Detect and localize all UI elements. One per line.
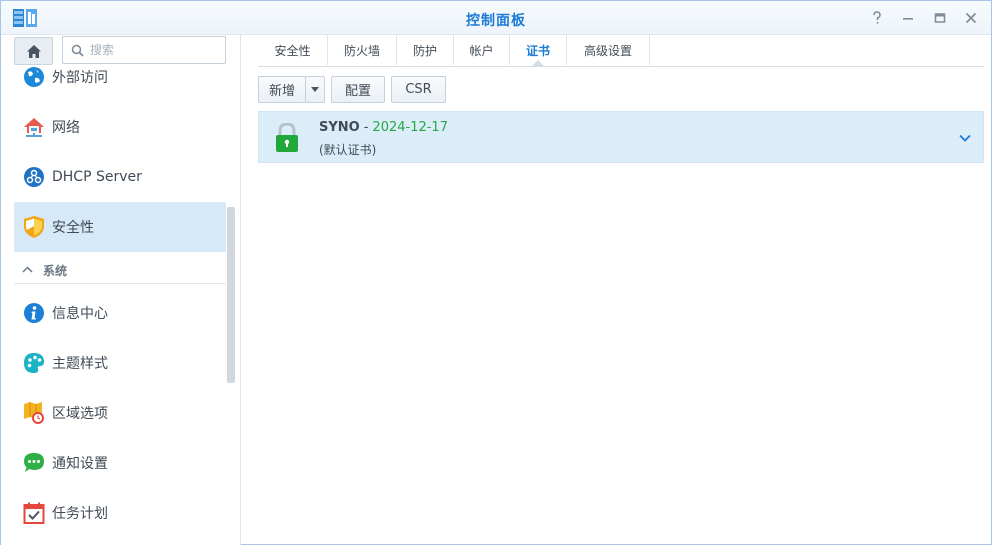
sidebar-item-dhcp-server[interactable]: DHCP Server	[14, 152, 226, 202]
tab-bar: 安全性 防火墙 防护 帐户 证书 高级设置	[258, 35, 984, 67]
sidebar-item-external-access[interactable]: 外部访问	[14, 52, 226, 102]
sidebar-item-label: 通知设置	[52, 456, 108, 472]
add-button[interactable]: 新增	[258, 76, 306, 103]
calendar-check-icon	[22, 501, 46, 525]
sidebar-scrollbar[interactable]	[227, 207, 235, 383]
help-button[interactable]	[867, 9, 887, 27]
tab-security[interactable]: 安全性	[258, 35, 328, 65]
network-house-icon	[22, 115, 46, 139]
sidebar-item-label: 主题样式	[52, 356, 108, 372]
active-tab-indicator	[532, 60, 544, 66]
palette-icon	[22, 351, 46, 375]
chevron-down-icon[interactable]	[957, 130, 973, 146]
sidebar-item-network[interactable]: 网络	[14, 102, 226, 152]
tab-advanced[interactable]: 高级设置	[567, 35, 650, 65]
sidebar: 外部访问 网络 DHCP Server 安全性 系统	[1, 35, 241, 545]
sidebar-item-security[interactable]: 安全性	[14, 202, 226, 252]
sidebar-item-label: 任务计划	[52, 506, 108, 522]
csr-button[interactable]: CSR	[391, 76, 446, 103]
title-bar[interactable]: 控制面板	[1, 1, 991, 35]
sidebar-item-task-scheduler[interactable]: 任务计划	[14, 488, 226, 538]
info-icon	[22, 301, 46, 325]
sidebar-item-regional-options[interactable]: 区域选项	[14, 388, 226, 438]
close-icon	[965, 12, 977, 24]
window-title: 控制面板	[466, 13, 526, 29]
sidebar-item-info-center[interactable]: 信息中心	[14, 288, 226, 338]
map-clock-icon	[22, 401, 46, 425]
tab-protection[interactable]: 防护	[397, 35, 454, 65]
control-panel-window: 控制面板 外部访问	[0, 0, 992, 545]
certificate-separator: -	[363, 120, 369, 135]
tab-firewall[interactable]: 防火墙	[328, 35, 397, 65]
section-label: 系统	[43, 264, 68, 278]
sidebar-item-label: DHCP Server	[52, 169, 142, 185]
main-panel: 安全性 防火墙 防护 帐户 证书 高级设置 新增 配置 CSR SYNO -202…	[242, 35, 992, 545]
section-header-system[interactable]: 系统	[14, 258, 226, 284]
shield-icon	[22, 215, 46, 239]
globe-icon	[22, 65, 46, 89]
chat-bubble-icon	[22, 451, 46, 475]
maximize-icon	[934, 13, 946, 23]
sidebar-item-label: 外部访问	[52, 70, 108, 86]
certificate-description: (默认证书)	[319, 143, 377, 157]
help-icon	[873, 11, 881, 24]
close-button[interactable]	[961, 9, 981, 27]
lock-icon	[276, 123, 298, 152]
sidebar-item-theme[interactable]: 主题样式	[14, 338, 226, 388]
certificate-expiry: 2024-12-17	[372, 120, 448, 135]
caret-down-icon	[311, 87, 319, 92]
minimize-icon	[903, 18, 913, 20]
sidebar-item-label: 区域选项	[52, 406, 108, 422]
sidebar-item-label: 网络	[52, 120, 80, 136]
sidebar-item-notifications[interactable]: 通知设置	[14, 438, 226, 488]
add-dropdown-button[interactable]	[305, 76, 325, 103]
certificate-title: SYNO -2024-12-17	[319, 120, 448, 135]
dhcp-icon	[22, 165, 46, 189]
configure-button[interactable]: 配置	[331, 76, 385, 103]
certificate-row[interactable]: SYNO -2024-12-17 (默认证书)	[258, 111, 984, 163]
sidebar-item-label: 信息中心	[52, 306, 108, 322]
minimize-button[interactable]	[898, 9, 918, 27]
certificate-name: SYNO	[319, 120, 360, 135]
tab-account[interactable]: 帐户	[454, 35, 510, 65]
sidebar-item-label: 安全性	[52, 220, 94, 236]
chevron-up-icon	[22, 265, 33, 276]
maximize-button[interactable]	[930, 9, 950, 27]
